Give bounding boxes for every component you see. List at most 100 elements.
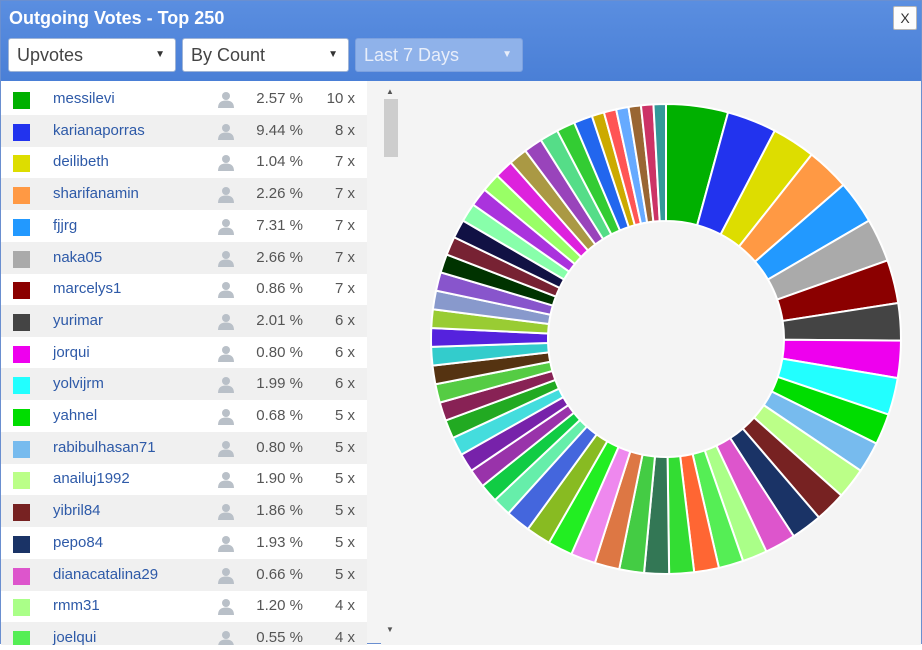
list-item[interactable]: dianacatalina29 0.66 % 5 x <box>1 558 367 591</box>
username-link[interactable]: yolvijrm <box>53 375 104 392</box>
list-item[interactable]: pepo84 1.93 % 5 x <box>1 527 367 559</box>
vote-type-value: Upvotes <box>17 45 84 65</box>
username-link[interactable]: deilibeth <box>53 153 109 170</box>
username-link[interactable]: joelqui <box>53 629 96 645</box>
list-item[interactable]: fjjrg 7.31 % 7 x <box>1 210 367 242</box>
vote-percent: 2.57 % <box>256 90 303 107</box>
vote-count: 5 x <box>334 565 355 583</box>
vote-count: 5 x <box>334 407 355 424</box>
color-swatch <box>13 313 30 331</box>
vote-count: 4 x <box>334 628 355 645</box>
username-link[interactable]: naka05 <box>53 249 102 266</box>
color-swatch <box>13 282 30 300</box>
dialog-title: Outgoing Votes - Top 250 <box>9 8 225 28</box>
username-link[interactable]: messilevi <box>53 90 115 107</box>
vote-percent: 2.01 % <box>256 311 303 329</box>
donut-chart <box>430 102 902 575</box>
vote-count: 7 x <box>334 280 355 298</box>
color-swatch <box>13 377 30 395</box>
color-swatch <box>13 504 30 522</box>
color-swatch <box>13 630 30 645</box>
list-item[interactable]: marcelys1 0.86 % 7 x <box>1 273 367 305</box>
vote-count: 5 x <box>334 502 355 520</box>
color-swatch <box>13 567 30 585</box>
vote-count: 6 x <box>334 343 355 361</box>
vote-percent: 0.80 % <box>256 343 303 361</box>
scroll-thumb[interactable] <box>384 99 398 157</box>
vote-percent: 1.90 % <box>256 470 303 488</box>
list-item[interactable]: jorqui 0.80 % 6 x <box>1 337 367 369</box>
color-swatch <box>13 250 30 268</box>
close-icon: X <box>900 10 910 26</box>
list-item[interactable]: karianaporras 9.44 % 8 x <box>1 114 367 147</box>
vote-count: 7 x <box>334 216 355 234</box>
vote-count: 6 x <box>334 311 355 329</box>
list-item[interactable]: messilevi 2.57 % 10 x <box>1 83 367 115</box>
vote-percent: 0.80 % <box>256 438 303 456</box>
vote-percent: 0.66 % <box>256 565 303 583</box>
username-link[interactable]: sharifanamin <box>53 185 139 202</box>
sort-value: By Count <box>191 45 266 65</box>
username-link[interactable]: rmm31 <box>53 597 100 614</box>
username-link[interactable]: karianaporras <box>53 122 145 139</box>
color-swatch <box>13 440 30 458</box>
username-link[interactable]: yurimar <box>53 312 103 329</box>
list-item[interactable]: yurimar 2.01 % 6 x <box>1 304 367 337</box>
vote-count: 5 x <box>334 438 355 456</box>
list-item[interactable]: naka05 2.66 % 7 x <box>1 241 367 274</box>
vote-type-dropdown[interactable]: Upvotes ▼ <box>8 38 176 72</box>
voter-list: messilevi 2.57 % 10 x karianaporras 9.44 % 8 … <box>1 81 367 645</box>
vote-percent: 0.55 % <box>256 628 303 645</box>
donut-chart-panel <box>401 81 921 645</box>
username-link[interactable]: yahnel <box>53 407 97 424</box>
close-button[interactable]: X <box>893 6 917 30</box>
vote-count: 5 x <box>334 533 355 551</box>
sort-dropdown[interactable]: By Count ▼ <box>182 38 349 72</box>
color-swatch <box>13 92 30 109</box>
vote-percent: 2.26 % <box>256 185 303 203</box>
color-swatch <box>13 472 30 490</box>
vote-percent: 1.93 % <box>256 533 303 551</box>
caret-down-icon: ▼ <box>155 49 165 60</box>
caret-down-icon: ▼ <box>502 49 512 60</box>
list-item[interactable]: anailuj1992 1.90 % 5 x <box>1 463 367 495</box>
username-link[interactable]: fjjrg <box>53 217 77 234</box>
vote-percent: 1.04 % <box>256 153 303 171</box>
vote-count: 7 x <box>334 185 355 203</box>
list-item[interactable]: sharifanamin 2.26 % 7 x <box>1 178 367 211</box>
vote-count: 4 x <box>334 597 355 615</box>
list-item[interactable]: yolvijrm 1.99 % 6 x <box>1 368 367 401</box>
vote-count: 10 x <box>326 90 355 107</box>
list-item[interactable]: joelqui 0.55 % 4 x <box>1 621 367 645</box>
title-bar: Outgoing Votes - Top 250 X Upvotes ▼ By … <box>1 1 921 81</box>
username-link[interactable]: marcelys1 <box>53 280 121 297</box>
username-link[interactable]: jorqui <box>53 344 90 361</box>
color-swatch <box>13 535 30 553</box>
vote-percent: 1.20 % <box>256 597 303 615</box>
username-link[interactable]: pepo84 <box>53 534 103 551</box>
color-swatch <box>13 155 30 173</box>
list-item[interactable]: rabibulhasan71 0.80 % 5 x <box>1 431 367 464</box>
list-item[interactable]: rmm31 1.20 % 4 x <box>1 590 367 622</box>
username-link[interactable]: dianacatalina29 <box>53 566 158 583</box>
vote-percent: 2.66 % <box>256 248 303 266</box>
period-dropdown[interactable]: Last 7 Days ▼ <box>355 38 523 72</box>
color-swatch <box>13 409 30 426</box>
username-link[interactable]: rabibulhasan71 <box>53 439 156 456</box>
vote-percent: 1.99 % <box>256 375 303 393</box>
list-item[interactable]: yahnel 0.68 % 5 x <box>1 400 367 432</box>
color-swatch <box>13 123 30 141</box>
list-scrollbar[interactable]: ▲ ▼ <box>381 81 401 645</box>
list-item[interactable]: yibril84 1.86 % 5 x <box>1 495 367 528</box>
vote-count: 7 x <box>334 248 355 266</box>
vote-count: 8 x <box>334 121 355 139</box>
caret-down-icon: ▼ <box>328 49 338 60</box>
username-link[interactable]: yibril84 <box>53 502 101 519</box>
list-item[interactable]: deilibeth 1.04 % 7 x <box>1 146 367 178</box>
vote-percent: 0.86 % <box>256 280 303 298</box>
vote-count: 7 x <box>334 153 355 171</box>
scroll-up-arrow-icon[interactable]: ▲ <box>386 87 394 96</box>
username-link[interactable]: anailuj1992 <box>53 470 130 487</box>
scroll-down-arrow-icon[interactable]: ▼ <box>386 625 394 634</box>
vote-count: 5 x <box>334 470 355 488</box>
